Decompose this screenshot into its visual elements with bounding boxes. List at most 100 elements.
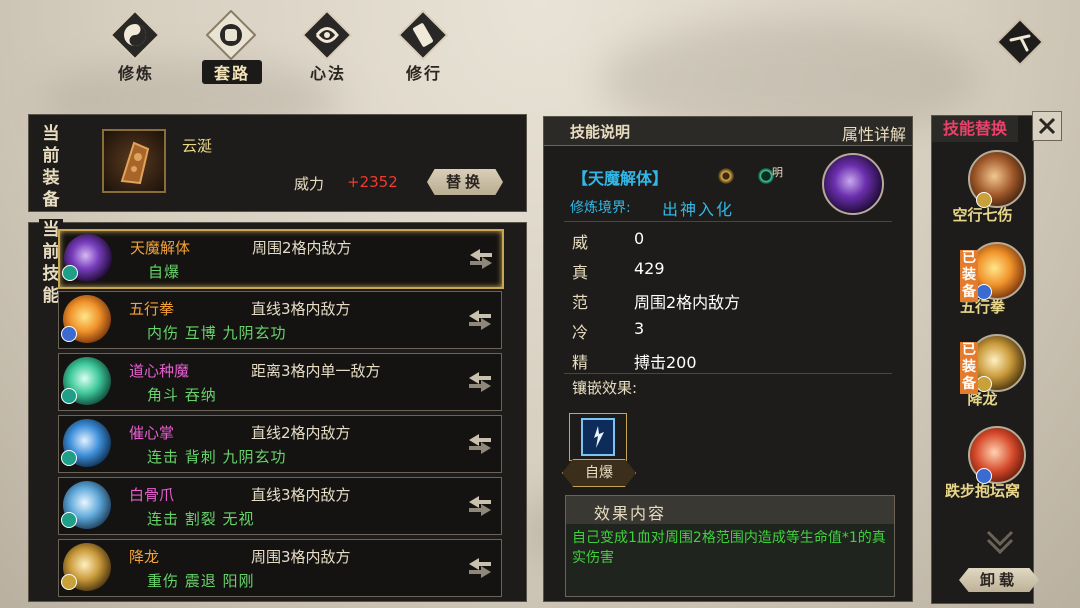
- gauntlet-icon: [120, 141, 150, 185]
- replace-skill-item[interactable]: 五行拳 已装备: [932, 236, 1033, 328]
- power-label: 威力: [294, 175, 325, 193]
- tab-routine[interactable]: 套路: [192, 8, 272, 84]
- scroll-down-icon[interactable]: [980, 526, 1020, 554]
- element-badge-icon: [62, 265, 78, 281]
- swirl-emblem-icon: [302, 10, 352, 60]
- element-badge-icon: [61, 326, 77, 342]
- stat-label: 威: [572, 233, 589, 252]
- current-equipment-panel: 当前装备 云涎 威力 +2352 替换: [28, 114, 527, 212]
- tab-attribute-detail[interactable]: 属性详解: [842, 121, 906, 145]
- element-badge-icon: [61, 388, 77, 404]
- stat-label: 真: [572, 263, 589, 282]
- replace-skill-name: 空行七伤: [952, 206, 1013, 224]
- divider: [564, 373, 892, 374]
- equipped-badge: 已装备: [960, 250, 978, 302]
- stat-value: 周围2格内敌方: [634, 293, 741, 312]
- skill-range: 周围2格内敌方: [252, 239, 352, 257]
- skill-title: 【天魔解体】: [572, 169, 669, 188]
- replace-skill-name: 跌步抱坛窝: [944, 482, 1020, 500]
- skill-row[interactable]: 降龙 周围3格内敌方重伤 震退 阳刚: [58, 539, 502, 597]
- replace-button[interactable]: 替换: [427, 169, 503, 195]
- swap-icon[interactable]: [465, 306, 495, 334]
- swap-icon[interactable]: [465, 554, 495, 582]
- skill-range: 直线2格内敌方: [251, 424, 351, 442]
- effect-title: 效果内容: [594, 504, 667, 523]
- skill-detail-panel: 技能说明 属性详解 【天魔解体】 明 修炼境界: 出神入化 威 0 真 429 …: [543, 116, 913, 602]
- element-badge-icon: [61, 512, 77, 528]
- swap-icon[interactable]: [466, 245, 496, 273]
- skill-range: 距离3格内单一敌方: [251, 362, 381, 380]
- skill-tags: 角斗 吞纳: [147, 386, 217, 404]
- close-icon[interactable]: [994, 16, 1046, 68]
- replace-skill-item[interactable]: 空行七伤: [932, 144, 1033, 236]
- replace-skill-name: 五行拳: [959, 298, 1005, 316]
- tab-skill-description[interactable]: 技能说明: [570, 121, 630, 142]
- replace-skill-item[interactable]: 降龙 已装备: [932, 328, 1033, 420]
- swap-icon[interactable]: [465, 492, 495, 520]
- inlay-label: 镶嵌效果:: [572, 379, 638, 397]
- skill-name: 道心种魔: [129, 362, 190, 380]
- scroll-emblem-icon: [398, 10, 448, 60]
- badge-label: 明: [772, 166, 783, 179]
- stat-label: 精: [572, 353, 589, 372]
- close-icon[interactable]: [1032, 111, 1062, 141]
- power-value: +2352: [347, 173, 398, 191]
- unload-button[interactable]: 卸载: [959, 568, 1039, 592]
- equipment-name: 云涎: [182, 137, 213, 155]
- skill-name: 天魔解体: [130, 239, 191, 257]
- tab-label: 修行: [405, 64, 442, 83]
- skill-tags: 连击 背刺 九阴玄功: [147, 448, 287, 466]
- skill-replace-panel: 技能替换 空行七伤 五行拳 已装备 降龙 已装备 跌步抱坛窝: [931, 115, 1034, 604]
- fist-emblem-icon: [206, 10, 256, 60]
- inlay-slot[interactable]: [569, 413, 627, 461]
- tab-cultivate[interactable]: 修炼: [96, 8, 176, 83]
- skill-tags: 重伤 震退 阳刚: [147, 572, 255, 590]
- tab-label: 心法: [309, 64, 346, 83]
- stat-value: 3: [634, 319, 645, 338]
- skill-row[interactable]: 天魔解体 周围2格内敌方 自爆: [58, 229, 504, 289]
- skill-range: 周围3格内敌方: [251, 548, 351, 566]
- stat-label: 冷: [572, 323, 589, 342]
- skill-row[interactable]: 催心掌 直线2格内敌方连击 背刺 九阴玄功: [58, 415, 502, 473]
- stat-value: 0: [634, 229, 645, 248]
- skill-name: 五行拳: [129, 300, 175, 318]
- skill-name: 降龙: [129, 548, 160, 566]
- effect-header: 效果内容: [566, 496, 894, 524]
- top-tabs: 修炼 套路 心法 修行: [96, 8, 464, 84]
- purple-vortex-icon: [822, 153, 884, 215]
- stat-value: 429: [634, 259, 665, 278]
- yin-yang-emblem-icon: [110, 10, 160, 60]
- effect-box: 效果内容 自己变成1血对周围2格范围内造成等生命值*1的真实伤害: [565, 495, 895, 597]
- yin-badge-icon: [718, 168, 734, 184]
- stat-value: 搏击200: [634, 353, 697, 372]
- tab-label: 套路: [202, 60, 262, 84]
- replace-panel-title: 技能替换: [932, 116, 1018, 142]
- tab-practice[interactable]: 修行: [384, 8, 464, 83]
- replace-skill-name: 降龙: [967, 390, 998, 408]
- realm-label: 修炼境界:: [570, 200, 631, 216]
- skill-row[interactable]: 五行拳 直线3格内敌方内伤 互博 九阴玄功: [58, 291, 502, 349]
- replace-skill-item[interactable]: 跌步抱坛窝: [932, 420, 1033, 512]
- tab-label: 修炼: [117, 64, 154, 83]
- element-badge-icon: [61, 450, 77, 466]
- explode-rune-icon: [581, 418, 615, 456]
- swap-icon[interactable]: [465, 430, 495, 458]
- skill-row[interactable]: 道心种魔 距离3格内单一敌方角斗 吞纳: [58, 353, 502, 411]
- skill-name: 催心掌: [129, 424, 175, 442]
- effect-text: 自己变成1血对周围2格范围内造成等生命值*1的真实伤害: [572, 530, 886, 566]
- element-badge-icon: [61, 574, 77, 590]
- skill-range: 直线3格内敌方: [251, 300, 351, 318]
- equipment-section-label: 当前装备: [42, 124, 60, 210]
- skill-tags: 连击 割裂 无视: [147, 510, 255, 528]
- inlay-name: 自爆: [562, 459, 636, 487]
- skill-row[interactable]: 白骨爪 直线3格内敌方连击 割裂 无视: [58, 477, 502, 535]
- equipped-badge: 已装备: [960, 342, 978, 394]
- equipment-slot[interactable]: [102, 129, 166, 193]
- swap-icon[interactable]: [465, 368, 495, 396]
- detail-header: 技能说明 属性详解: [544, 117, 912, 146]
- skill-range: 直线3格内敌方: [251, 486, 351, 504]
- tab-mind-method[interactable]: 心法: [288, 8, 368, 83]
- skill-tags: 内伤 互博 九阴玄功: [147, 324, 287, 342]
- stat-label: 范: [572, 293, 589, 312]
- skill-name: 白骨爪: [129, 486, 175, 504]
